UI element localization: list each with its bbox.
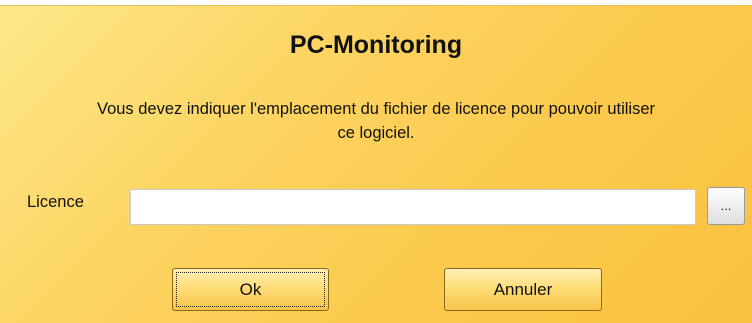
licence-path-input[interactable]	[130, 189, 696, 225]
licence-label: Licence	[27, 193, 84, 211]
licence-message-line-1: Vous devez indiquer l'emplacement du fic…	[96, 100, 656, 118]
browse-button[interactable]: ...	[707, 187, 745, 225]
dialog-title: PC-Monitoring	[289, 31, 463, 59]
cancel-button[interactable]: Annuler	[444, 268, 602, 311]
ok-button[interactable]: Ok	[172, 268, 329, 311]
ok-button-label: Ok	[239, 280, 262, 299]
licence-message-line-2: ce logiciel.	[337, 124, 415, 142]
licence-message: Vous devez indiquer l'emplacement du fic…	[0, 97, 752, 145]
cancel-button-label: Annuler	[493, 280, 553, 299]
licence-dialog: PC-Monitoring Vous devez indiquer l'empl…	[0, 5, 752, 323]
